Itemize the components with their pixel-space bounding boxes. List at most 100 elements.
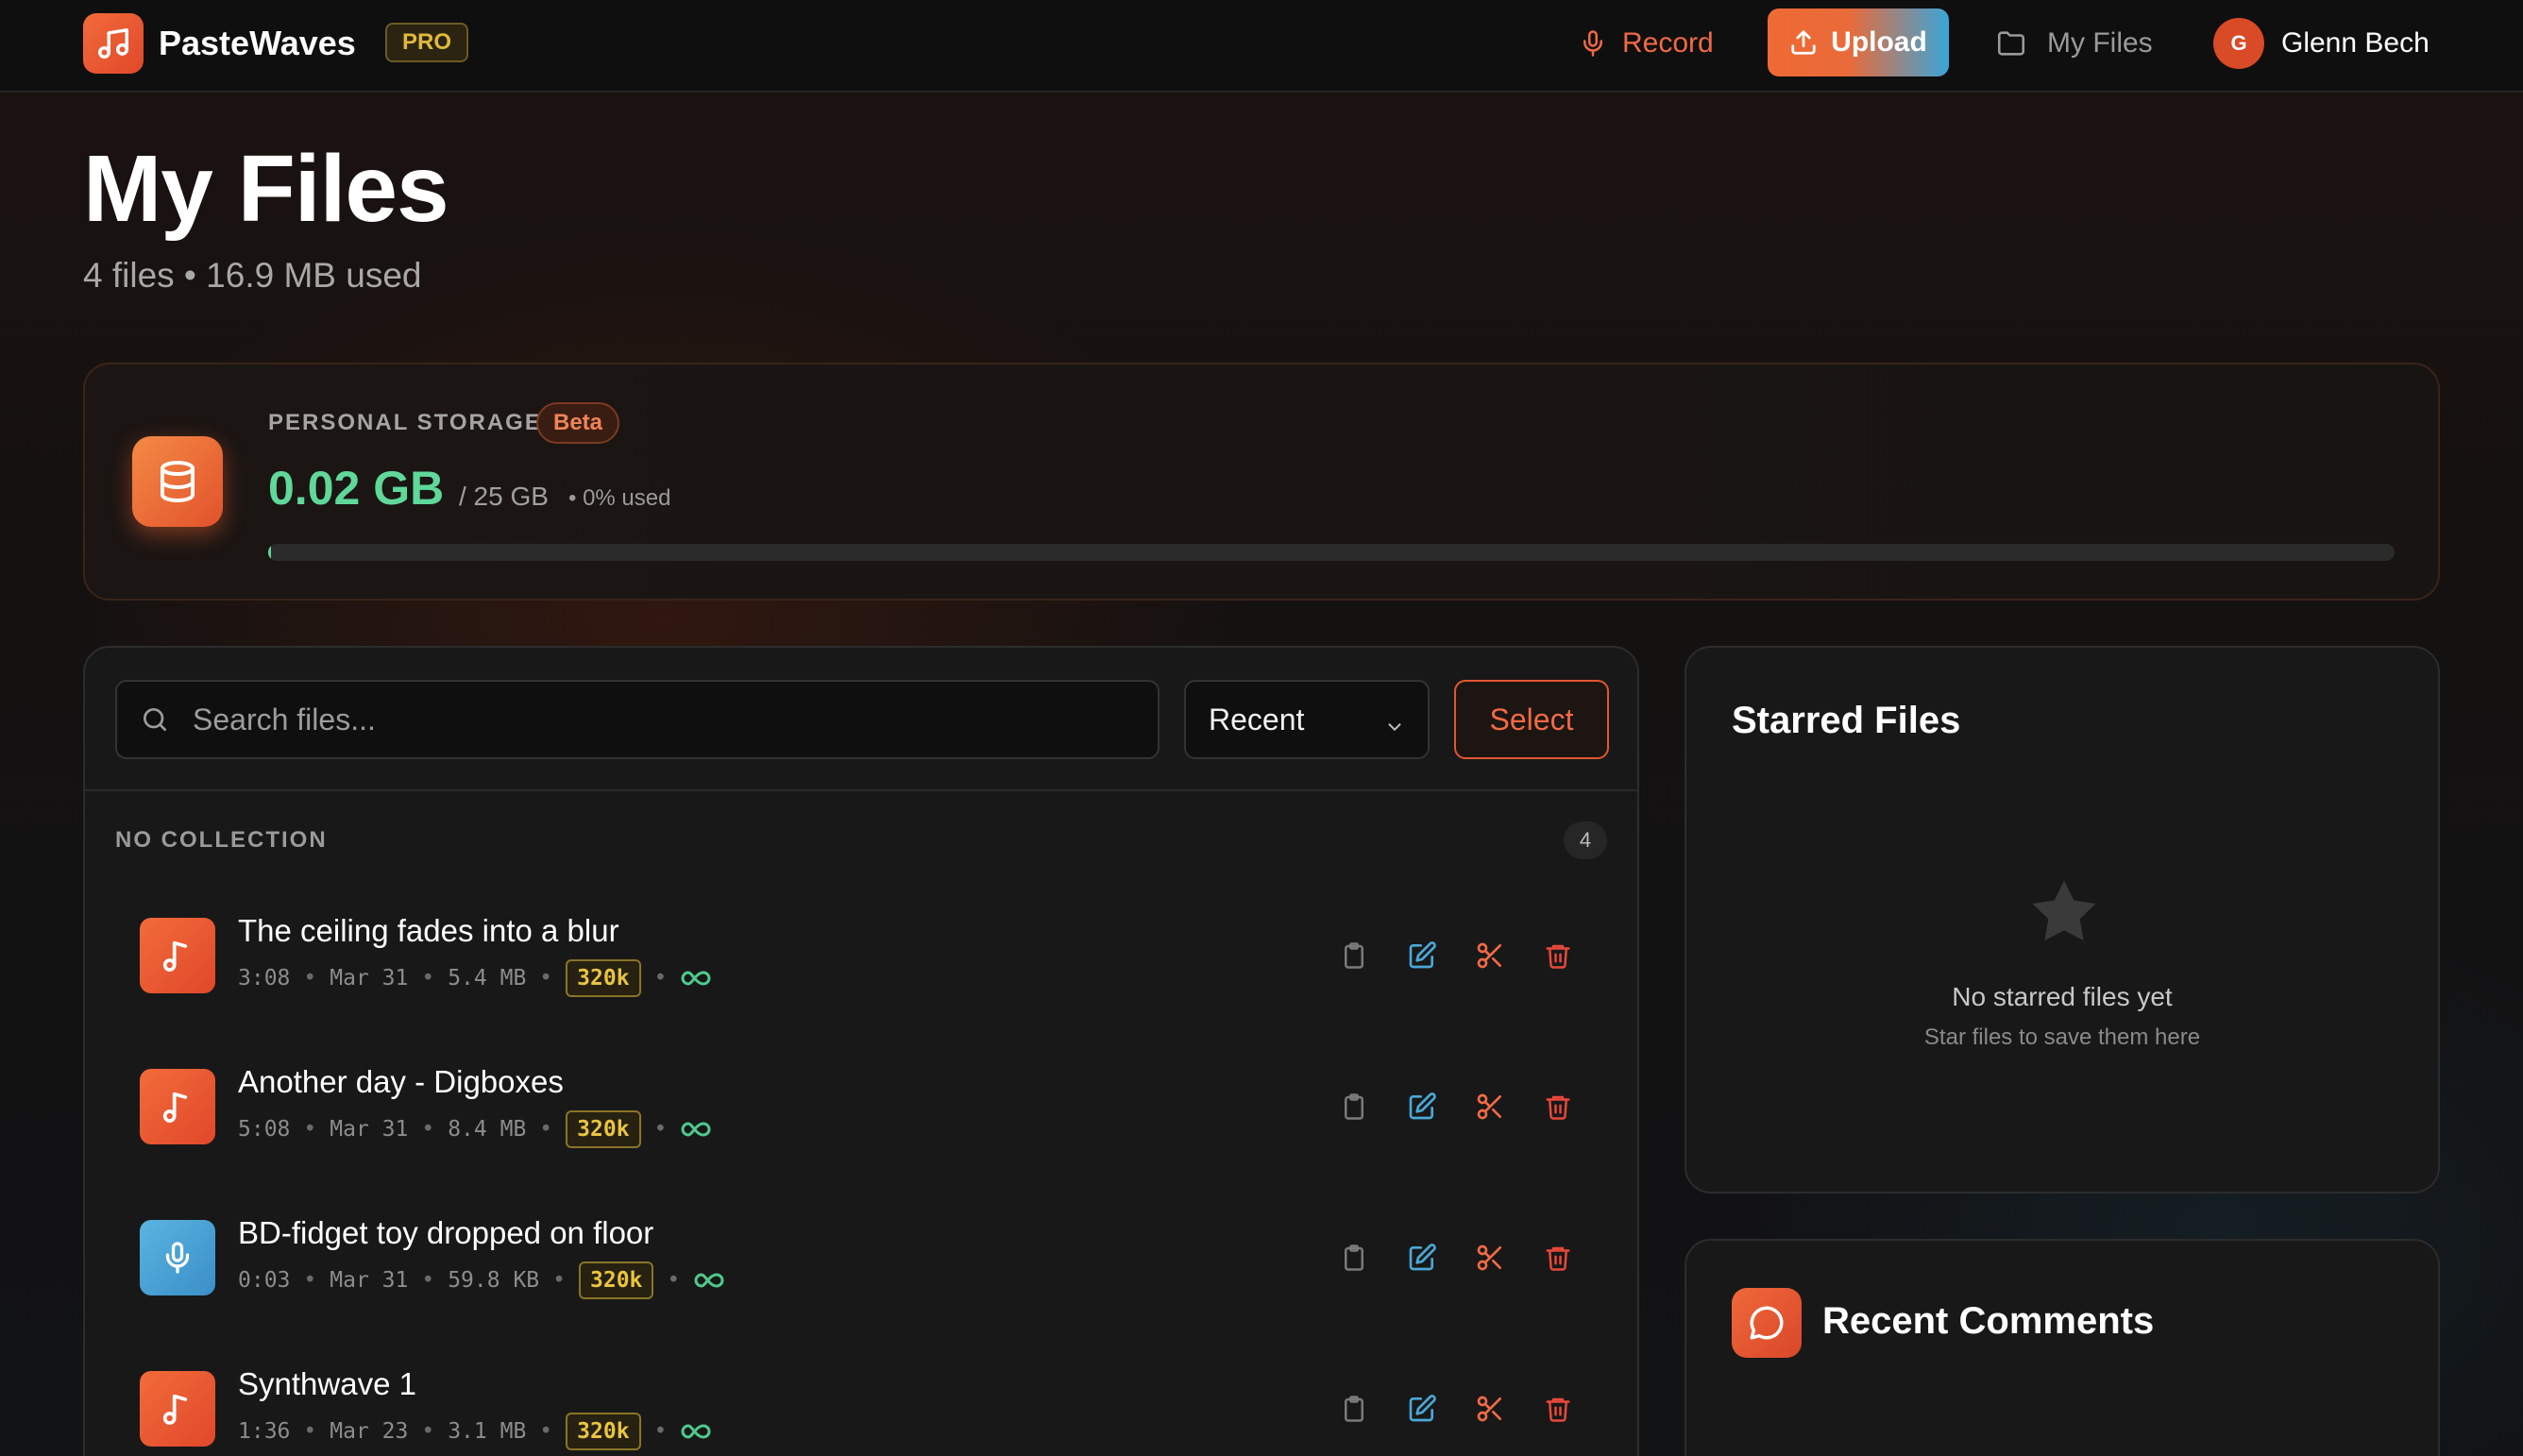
file-date: Mar 31 (330, 1268, 409, 1293)
file-duration: 0:03 (238, 1268, 291, 1293)
file-actions (1337, 937, 1575, 974)
edit-icon[interactable] (1405, 937, 1439, 974)
bitrate-badge: 320k (566, 1110, 641, 1148)
file-meta: 5:08 • Mar 31 • 8.4 MB • 320k • (238, 1109, 712, 1150)
music-note-icon (140, 918, 215, 993)
starred-empty-text: No starred files yet (1952, 982, 2173, 1011)
file-row[interactable]: BD-fidget toy dropped on floor 0:03 • Mar 3… (85, 1182, 1637, 1333)
divider (85, 789, 1637, 791)
upload-icon (1791, 30, 1816, 55)
file-size: 59.8 KB (448, 1268, 540, 1293)
clipboard-icon[interactable] (1337, 937, 1371, 974)
file-duration: 3:08 (238, 966, 291, 990)
bitrate-badge: 320k (566, 959, 641, 997)
file-size: 5.4 MB (448, 966, 527, 990)
pro-badge: PRO (385, 23, 469, 62)
nav-myfiles-label: My Files (2047, 27, 2153, 59)
file-size: 8.4 MB (448, 1117, 527, 1142)
scissors-icon[interactable] (1473, 937, 1507, 974)
file-duration: 5:08 (238, 1117, 291, 1142)
page-subtitle: 4 files • 16.9 MB used (83, 256, 422, 295)
separator-dot: • (539, 966, 553, 990)
clipboard-icon[interactable] (1337, 1088, 1371, 1126)
separator-dot: • (303, 1117, 317, 1142)
user-name: Glenn Bech (2281, 27, 2430, 59)
bitrate-badge: 320k (579, 1261, 654, 1299)
file-title[interactable]: The ceiling fades into a blur (238, 910, 619, 952)
file-date: Mar 23 (330, 1419, 409, 1444)
nav-upload-button[interactable]: Upload (1768, 8, 1949, 76)
starred-hint-text: Star files to save them here (1923, 1024, 2201, 1050)
file-row[interactable]: Synthwave 1 1:36 • Mar 23 • 3.1 MB • 320k • (85, 1333, 1637, 1456)
top-nav: PasteWaves PRO Record Upload My Files G … (0, 0, 2523, 93)
file-actions (1337, 1390, 1575, 1428)
trash-icon[interactable] (1541, 1390, 1575, 1428)
star-icon (2026, 874, 2102, 955)
file-meta: 0:03 • Mar 31 • 59.8 KB • 320k • (238, 1260, 725, 1301)
starred-title: Starred Files (1732, 700, 1961, 741)
file-row[interactable]: The ceiling fades into a blur 3:08 • Mar 31… (85, 880, 1637, 1031)
beta-badge: Beta (536, 402, 620, 444)
separator-dot: • (421, 1419, 435, 1444)
brand-name[interactable]: PasteWaves (159, 21, 356, 66)
folder-icon (1997, 31, 2025, 56)
separator-dot: • (552, 1268, 566, 1293)
storage-progress-fill (268, 544, 272, 561)
clipboard-icon[interactable] (1337, 1239, 1371, 1277)
separator-dot: • (539, 1419, 553, 1444)
sort-select[interactable]: Recent (1184, 680, 1430, 759)
file-title[interactable]: Synthwave 1 (238, 1363, 416, 1405)
file-row[interactable]: Another day - Digboxes 5:08 • Mar 31 • 8.4 MB… (85, 1031, 1637, 1182)
file-title[interactable]: Another day - Digboxes (238, 1061, 564, 1103)
database-icon (132, 436, 223, 527)
loop-icon (693, 1271, 725, 1290)
music-note-icon (140, 1371, 215, 1447)
collection-count-badge: 4 (1564, 821, 1607, 859)
brand-logo[interactable] (83, 13, 144, 74)
loop-icon (680, 1422, 712, 1441)
edit-icon[interactable] (1405, 1088, 1439, 1126)
bitrate-badge: 320k (566, 1413, 641, 1450)
recent-comments-card: Recent Comments (1685, 1239, 2440, 1456)
microphone-icon (1583, 30, 1602, 57)
loop-icon (680, 1120, 712, 1139)
search-input[interactable] (193, 682, 1137, 757)
file-meta: 1:36 • Mar 23 • 3.1 MB • 320k • (238, 1411, 712, 1452)
trash-icon[interactable] (1541, 1239, 1575, 1277)
clipboard-icon[interactable] (1337, 1390, 1371, 1428)
select-button[interactable]: Select (1454, 680, 1609, 759)
file-date: Mar 31 (330, 1117, 409, 1142)
scissors-icon[interactable] (1473, 1390, 1507, 1428)
page-title: My Files (83, 136, 449, 242)
separator-dot: • (653, 1117, 668, 1142)
file-duration: 1:36 (238, 1419, 291, 1444)
edit-icon[interactable] (1405, 1390, 1439, 1428)
scissors-icon[interactable] (1473, 1088, 1507, 1126)
nav-upload-label: Upload (1831, 26, 1927, 58)
sort-select-value: Recent (1209, 702, 1305, 736)
separator-dot: • (303, 966, 317, 990)
search-box[interactable] (115, 680, 1160, 759)
music-note-icon (140, 1069, 215, 1144)
storage-label: PERSONAL STORAGE (268, 410, 542, 435)
file-actions (1337, 1088, 1575, 1126)
starred-files-card: Starred Files No starred files yet Star … (1685, 646, 2440, 1194)
trash-icon[interactable] (1541, 1088, 1575, 1126)
file-actions (1337, 1239, 1575, 1277)
nav-record-button[interactable]: Record (1579, 21, 1714, 66)
edit-icon[interactable] (1405, 1239, 1439, 1277)
storage-percent: • 0% used (568, 485, 671, 511)
loop-icon (680, 969, 712, 988)
collection-label: NO COLLECTION (115, 827, 328, 853)
file-title[interactable]: BD-fidget toy dropped on floor (238, 1212, 653, 1254)
trash-icon[interactable] (1541, 937, 1575, 974)
storage-total: / 25 GB (459, 482, 549, 511)
separator-dot: • (303, 1419, 317, 1444)
avatar: G (2213, 18, 2264, 69)
separator-dot: • (421, 1117, 435, 1142)
file-meta: 3:08 • Mar 31 • 5.4 MB • 320k • (238, 957, 712, 999)
storage-card: PERSONAL STORAGE Beta 0.02 GB / 25 GB • … (83, 363, 2440, 601)
nav-myfiles-link[interactable]: My Files (1992, 21, 2153, 66)
scissors-icon[interactable] (1473, 1239, 1507, 1277)
user-menu[interactable]: G Glenn Bech (2213, 17, 2430, 70)
